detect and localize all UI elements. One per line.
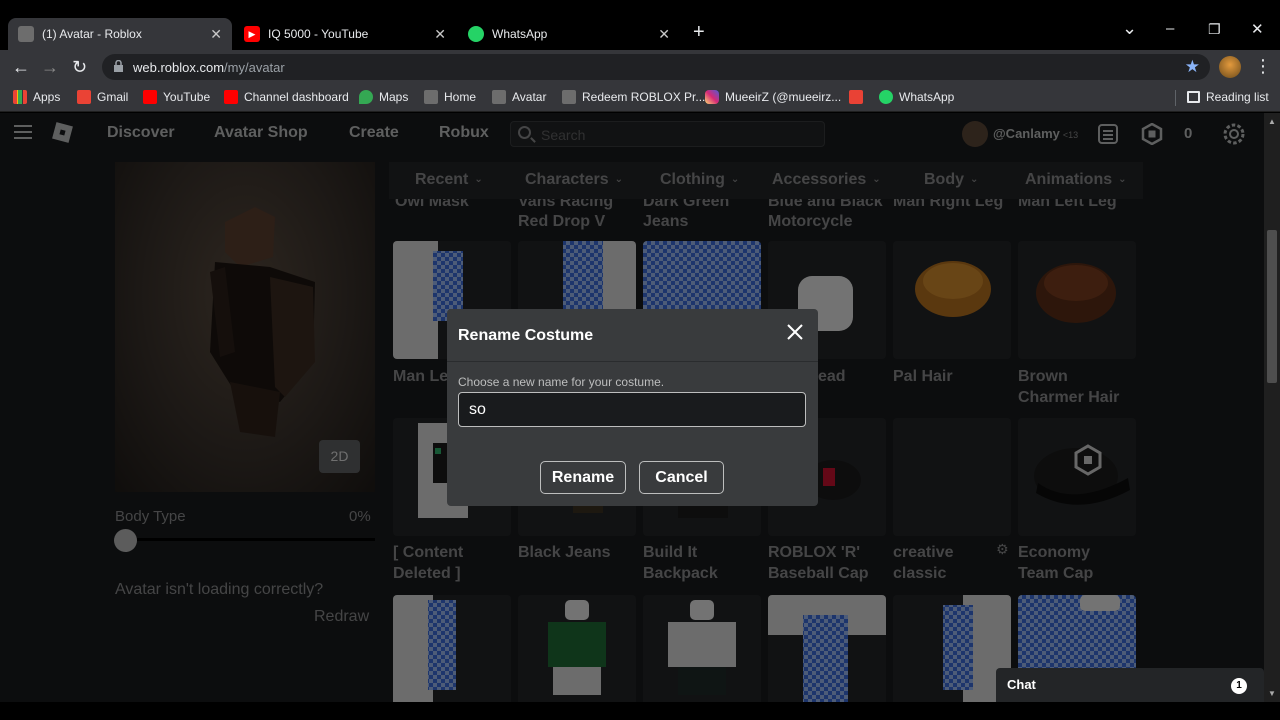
dialog-title: Rename Costume (458, 327, 594, 344)
bookmark-star-icon[interactable]: ★ (1185, 57, 1200, 77)
bookmark-avatar[interactable]: Avatar (492, 90, 546, 104)
bookmark-shopping[interactable] (849, 90, 869, 104)
back-button[interactable]: ← (12, 57, 30, 78)
reading-list-label: Reading list (1206, 90, 1269, 104)
bookmark-label: WhatsApp (899, 90, 955, 104)
scrollbar-thumb[interactable] (1267, 230, 1277, 383)
roblox-icon (492, 90, 506, 104)
youtube-studio-icon (224, 90, 238, 104)
dialog-divider (447, 361, 818, 362)
chat-unread-badge: 1 (1231, 678, 1247, 694)
browser-menu-icon[interactable]: ⋮ (1254, 56, 1272, 77)
bookmark-separator (1175, 90, 1176, 106)
reload-button[interactable]: ↻ (72, 57, 87, 78)
lock-icon (114, 60, 123, 72)
url-host: web.roblox.com (133, 60, 225, 75)
bookmark-gmail[interactable]: Gmail (77, 90, 128, 104)
chat-bar[interactable]: Chat 1 (996, 668, 1264, 702)
tab-title: WhatsApp (492, 27, 548, 41)
chat-label: Chat (1007, 677, 1036, 692)
close-window-button[interactable]: ✕ (1251, 20, 1264, 38)
cancel-button[interactable]: Cancel (639, 461, 724, 494)
bookmark-redeem[interactable]: Redeem ROBLOX Pr... (562, 90, 705, 104)
bookmark-label: Apps (33, 90, 61, 104)
tab-search-icon[interactable]: ⌄ (1122, 18, 1137, 39)
bookmark-label: Avatar (512, 90, 547, 104)
tab-youtube[interactable]: ▶ IQ 5000 - YouTube ✕ (234, 18, 456, 50)
bookmark-home[interactable]: Home (424, 90, 476, 104)
new-tab-button[interactable]: + (693, 21, 705, 44)
tab-close-icon[interactable]: ✕ (434, 26, 446, 43)
bookmark-channel-dashboard[interactable]: Channel dashboard (224, 90, 349, 104)
tab-close-icon[interactable]: ✕ (210, 26, 222, 43)
profile-avatar[interactable] (1219, 56, 1241, 78)
bookmarks-bar: Apps Gmail YouTube Channel dashboard Map… (0, 84, 1280, 112)
bookmark-label: Gmail (97, 90, 129, 104)
whatsapp-favicon (468, 26, 484, 42)
browser-toolbar: ← → ↻ web.roblox.com/my/avatar ★ ⋮ (0, 50, 1280, 84)
bookmark-instagram[interactable]: MueeirZ (@mueeirz... (705, 90, 841, 104)
apps-grid-icon (13, 90, 27, 104)
bookmark-label: Channel dashboard (244, 90, 349, 104)
tab-title: (1) Avatar - Roblox (42, 27, 142, 41)
youtube-icon (143, 90, 157, 104)
instagram-icon (705, 90, 719, 104)
bookmark-label: MueeirZ (@mueeirz... (725, 90, 842, 104)
tab-roblox-avatar[interactable]: (1) Avatar - Roblox ✕ (8, 18, 232, 50)
costume-name-input[interactable] (458, 392, 806, 427)
bookmark-youtube[interactable]: YouTube (143, 90, 210, 104)
roblox-page: Discover Avatar Shop Create Robux Search… (0, 113, 1264, 702)
reading-list-button[interactable]: Reading list (1187, 90, 1269, 104)
bookmark-label: Redeem ROBLOX Pr... (582, 90, 706, 104)
maps-icon (359, 90, 373, 104)
rename-button[interactable]: Rename (540, 461, 626, 494)
forward-button[interactable]: → (41, 57, 59, 78)
restore-button[interactable]: ❐ (1208, 21, 1221, 38)
roblox-icon (562, 90, 576, 104)
close-icon[interactable] (786, 323, 804, 341)
browser-tab-strip: (1) Avatar - Roblox ✕ ▶ IQ 5000 - YouTub… (0, 0, 1280, 50)
scroll-down-arrow-icon[interactable]: ▼ (1268, 689, 1276, 698)
bookmark-label: Home (444, 90, 477, 104)
bookmark-whatsapp[interactable]: WhatsApp (879, 90, 954, 104)
roblox-icon (424, 90, 438, 104)
tab-title: IQ 5000 - YouTube (268, 27, 369, 41)
page-scrollbar[interactable]: ▲ ▼ (1264, 113, 1280, 702)
gmail-icon (77, 90, 91, 104)
youtube-favicon: ▶ (244, 26, 260, 42)
minimize-button[interactable]: – (1166, 20, 1174, 37)
dialog-prompt: Choose a new name for your costume. (458, 375, 665, 389)
tab-whatsapp[interactable]: WhatsApp ✕ (458, 18, 680, 50)
bookmark-label: Maps (379, 90, 409, 104)
address-bar[interactable]: web.roblox.com/my/avatar ★ (102, 54, 1210, 80)
url-text: web.roblox.com/my/avatar (133, 60, 285, 75)
reading-list-icon (1187, 91, 1200, 103)
bookmark-label: YouTube (163, 90, 211, 104)
scroll-up-arrow-icon[interactable]: ▲ (1268, 117, 1276, 126)
shopping-bag-icon (849, 90, 863, 104)
bookmark-apps[interactable]: Apps (13, 90, 60, 104)
whatsapp-icon (879, 90, 893, 104)
url-path: /my/avatar (224, 60, 285, 75)
tab-close-icon[interactable]: ✕ (658, 26, 670, 43)
window-bottom-edge (0, 702, 1280, 720)
roblox-favicon (18, 26, 34, 42)
bookmark-maps[interactable]: Maps (359, 90, 408, 104)
rename-costume-dialog: Rename Costume Choose a new name for you… (447, 309, 818, 506)
